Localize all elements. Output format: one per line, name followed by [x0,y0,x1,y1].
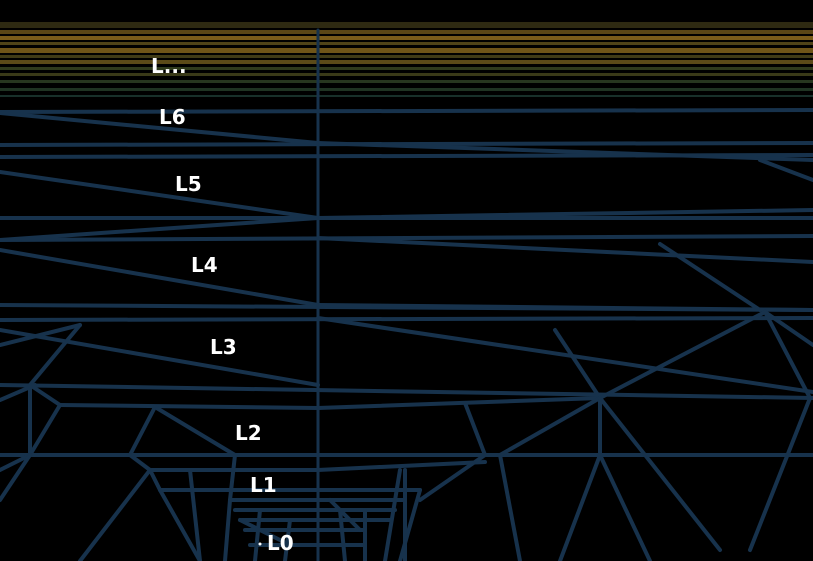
lod-label-l6: L6 [159,105,186,129]
lod-label-l4: L4 [191,253,218,277]
lod-label-l3: L3 [210,335,237,359]
origin-marker [258,542,262,546]
wireframe-terrain-scene [0,0,813,561]
lod-label-l2: L2 [235,421,262,445]
lod-label-l5: L5 [175,172,202,196]
lod-label-more: L... [151,54,187,78]
lod-label-l1: L1 [250,473,277,497]
lod-label-l0: L0 [267,531,294,555]
